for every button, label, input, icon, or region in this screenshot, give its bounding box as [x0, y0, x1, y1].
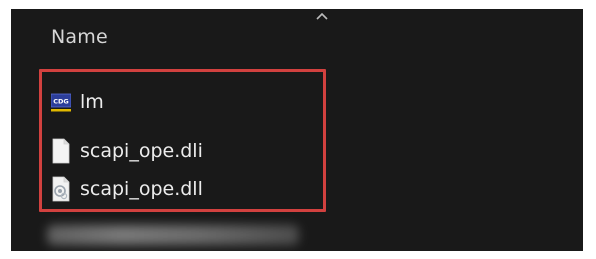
name-column-header[interactable]: Name: [51, 26, 108, 48]
chevron-up-icon[interactable]: [315, 11, 329, 21]
file-explorer-panel: Name CDG lm scapi_ope.dli scapi_ope.dll: [11, 9, 583, 251]
screenshot-frame: Name CDG lm scapi_ope.dli scapi_ope.dll: [0, 0, 596, 259]
blurred-file-item: [47, 225, 299, 245]
red-highlight-box: [39, 69, 326, 212]
